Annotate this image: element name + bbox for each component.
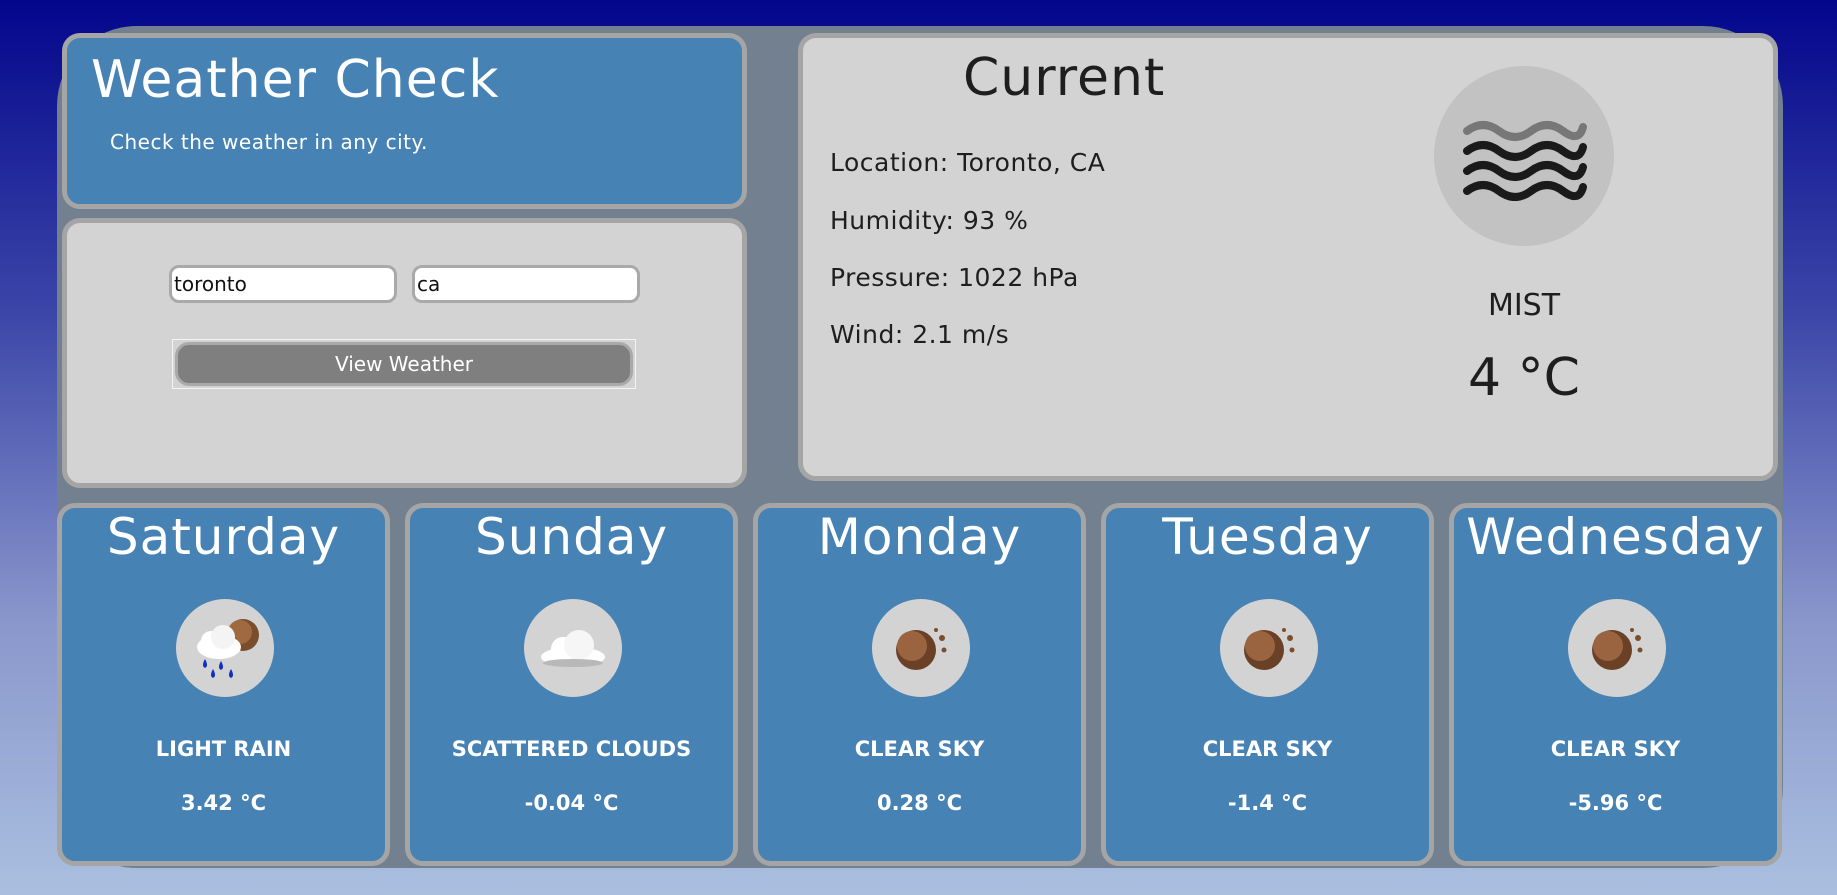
forecast-card: Monday CLEAR SKY 0.28 °C xyxy=(753,503,1086,866)
forecast-card: Saturday LIGHT RAIN 3.42 °C xyxy=(57,503,390,866)
view-weather-button[interactable]: View Weather xyxy=(175,342,633,386)
clear-night-icon xyxy=(1568,599,1666,697)
forecast-day: Wednesday xyxy=(1466,508,1765,566)
current-pressure: Pressure: 1022 hPa xyxy=(830,263,1079,292)
forecast-description: CLEAR SKY xyxy=(854,737,985,761)
cloud-icon xyxy=(524,599,622,697)
forecast-temperature: -5.96 °C xyxy=(1568,791,1663,815)
search-form: View Weather xyxy=(62,218,747,488)
rain-icon xyxy=(176,599,274,697)
current-temperature: 4 °C xyxy=(1468,348,1580,408)
forecast-temperature: 3.42 °C xyxy=(180,791,267,815)
forecast-day: Monday xyxy=(817,508,1022,566)
forecast-description: LIGHT RAIN xyxy=(155,737,292,761)
current-description: MIST xyxy=(1487,288,1561,323)
current-weather-card: Current Location: Toronto, CA Humidity: … xyxy=(798,33,1778,481)
current-location: Location: Toronto, CA xyxy=(830,148,1106,177)
app-subtitle: Check the weather in any city. xyxy=(110,130,428,154)
current-wind: Wind: 2.1 m/s xyxy=(830,320,1010,349)
forecast-description: CLEAR SKY xyxy=(1202,737,1333,761)
forecast-card: Sunday SCATTERED CLOUDS -0.04 °C xyxy=(405,503,738,866)
clear-night-icon xyxy=(872,599,970,697)
clear-night-icon xyxy=(1220,599,1318,697)
app-title: Weather Check xyxy=(91,50,500,110)
current-heading: Current xyxy=(963,48,1166,108)
forecast-day: Tuesday xyxy=(1162,508,1373,566)
forecast-temperature: -1.4 °C xyxy=(1227,791,1308,815)
forecast-temperature: -0.04 °C xyxy=(524,791,619,815)
city-input[interactable] xyxy=(169,265,397,303)
forecast-day: Sunday xyxy=(474,508,669,566)
view-weather-button-frame: View Weather xyxy=(172,339,636,389)
forecast-card: Wednesday CLEAR SKY -5.96 °C xyxy=(1449,503,1782,866)
forecast-description: SCATTERED CLOUDS xyxy=(451,737,692,761)
title-card: Weather Check Check the weather in any c… xyxy=(62,33,747,209)
country-input[interactable] xyxy=(412,265,640,303)
forecast-temperature: 0.28 °C xyxy=(876,791,963,815)
mist-icon xyxy=(1434,66,1614,246)
forecast-day: Saturday xyxy=(106,508,341,566)
forecast-description: CLEAR SKY xyxy=(1550,737,1681,761)
forecast-card: Tuesday CLEAR SKY -1.4 °C xyxy=(1101,503,1434,866)
current-humidity: Humidity: 93 % xyxy=(830,206,1029,235)
